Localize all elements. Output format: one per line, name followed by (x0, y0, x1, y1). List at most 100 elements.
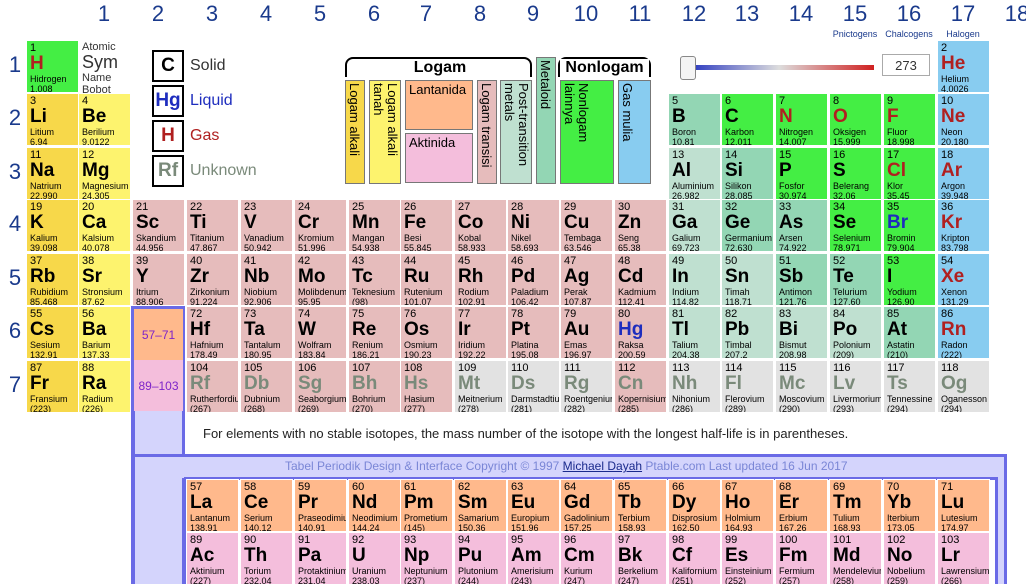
element-cell-te[interactable]: 52 Te Telurium 127,60 (829, 253, 882, 306)
element-cell-sr[interactable]: 38 Sr Stronsium 87,62 (78, 253, 131, 306)
author-link[interactable]: Michael Dayah (563, 459, 642, 473)
element-cell-ts[interactable]: 117 Ts Tennessine (294) (883, 360, 936, 413)
element-cell-as[interactable]: 33 As Arsen 74,922 (775, 199, 828, 252)
element-cell-at[interactable]: 85 At Astatin (210) (883, 306, 936, 359)
element-cell-sg[interactable]: 106 Sg Seaborgium (269) (294, 360, 347, 413)
category-actinide[interactable]: Aktinida (405, 133, 473, 183)
element-cell-cn[interactable]: 112 Cn Kopernisium (285) (614, 360, 667, 413)
element-cell-ra[interactable]: 88 Ra Radium (226) (78, 360, 131, 413)
element-cell-ta[interactable]: 73 Ta Tantalum 180,95 (240, 306, 293, 359)
element-cell-tc[interactable]: 43 Tc Teknesium (98) (348, 253, 401, 306)
element-cell-si[interactable]: 14 Si Silikon 28,085 (721, 147, 774, 200)
group-number-18[interactable]: 18 (990, 0, 1026, 40)
element-cell-ga[interactable]: 31 Ga Galium 69,723 (668, 199, 721, 252)
element-cell-er[interactable]: 68 Er Erbium 167,26 (775, 479, 828, 532)
element-cell-am[interactable]: 95 Am Amerisium (243) (507, 532, 560, 584)
element-cell-y[interactable]: 39 Y Itrium 88,906 (132, 253, 185, 306)
group-number-3[interactable]: 3 (185, 0, 239, 40)
element-cell-mn[interactable]: 25 Mn Mangan 54,938 (348, 199, 401, 252)
period-number-2[interactable]: 2 (4, 105, 26, 131)
element-cell-no[interactable]: 102 No Nobelium (259) (883, 532, 936, 584)
element-cell-ds[interactable]: 110DsDarmstadtium(281) (507, 360, 560, 413)
period-number-3[interactable]: 3 (4, 159, 26, 185)
temperature-input[interactable] (882, 54, 930, 76)
state-liquid-label[interactable]: Liquid (190, 92, 233, 110)
element-cell-sc[interactable]: 21 Sc Skandium 44,956 (132, 199, 185, 252)
element-cell-xe[interactable]: 54 Xe Xenon 131,29 (937, 253, 990, 306)
element-cell-mt[interactable]: 109 Mt Meitnerium (278) (454, 360, 507, 413)
element-cell-hf[interactable]: 72 Hf Hafnium 178,49 (186, 306, 239, 359)
element-cell-lu[interactable]: 71 Lu Lutesium 174,97 (937, 479, 990, 532)
group-number-17[interactable]: 17 Halogen (936, 0, 990, 40)
element-cell-zn[interactable]: 30 Zn Seng 65,38 (614, 199, 667, 252)
element-cell-ar[interactable]: 18 Ar Argon 39,948 (937, 147, 990, 200)
element-cell-rg[interactable]: 111 Rg Roentgenium (282) (560, 360, 613, 413)
element-cell-mc[interactable]: 115 Mc Moscovium (290) (775, 360, 828, 413)
period-number-7[interactable]: 7 (4, 372, 26, 398)
element-cell-sm[interactable]: 62 Sm Samarium 150,36 (454, 479, 507, 532)
element-cell-pd[interactable]: 46 Pd Paladium 106,42 (507, 253, 560, 306)
element-cell-pm[interactable]: 61 Pm Prometium (145) (400, 479, 453, 532)
element-cell-pt[interactable]: 78 Pt Platina 195,08 (507, 306, 560, 359)
element-cell-mg[interactable]: 12 Mg Magnesium 24,305 (78, 147, 131, 200)
element-cell-ti[interactable]: 22 Ti Titanium 47,867 (186, 199, 239, 252)
period-number-4[interactable]: 4 (4, 211, 26, 237)
state-liquid-box[interactable]: Hg (152, 85, 184, 117)
element-cell-ge[interactable]: 32 Ge Germanium 72,630 (721, 199, 774, 252)
element-cell-cl[interactable]: 17 Cl Klor 35,45 (883, 147, 936, 200)
element-cell-ru[interactable]: 44 Ru Rutenium 101,07 (400, 253, 453, 306)
element-cell-tb[interactable]: 65 Tb Terbium 158,93 (614, 479, 667, 532)
group-number-7[interactable]: 7 (399, 0, 453, 40)
element-cell-dy[interactable]: 66 Dy Disprosium 162,50 (668, 479, 721, 532)
element-cell-ni[interactable]: 28 Ni Nikel 58,693 (507, 199, 560, 252)
element-cell-pa[interactable]: 91 Pa Protaktinium 231,04 (294, 532, 347, 584)
element-cell-og[interactable]: 118 Og Oganesson (294) (937, 360, 990, 413)
state-unknown-label[interactable]: Unknown (190, 162, 257, 180)
element-cell-n[interactable]: 7 N Nitrogen 14,007 (775, 93, 828, 146)
element-cell-ce[interactable]: 58 Ce Serium 140,12 (240, 479, 293, 532)
element-cell-ac[interactable]: 89 Ac Aktinium (227) (186, 532, 239, 584)
state-unknown-box[interactable]: Rf (152, 155, 184, 187)
element-cell-cr[interactable]: 24 Cr Kromium 51,996 (294, 199, 347, 252)
element-cell-na[interactable]: 11 Na Natrium 22,990 (26, 147, 79, 200)
group-number-1[interactable]: 1 (77, 0, 131, 40)
element-cell-al[interactable]: 13 Al Aluminium 26,982 (668, 147, 721, 200)
element-cell-bh[interactable]: 107 Bh Bohrium (270) (348, 360, 401, 413)
element-cell-in[interactable]: 49 In Indium 114,82 (668, 253, 721, 306)
element-cell-se[interactable]: 34 Se Selenium 78,971 (829, 199, 882, 252)
element-cell-rn[interactable]: 86 Rn Radon (222) (937, 306, 990, 359)
element-cell-bk[interactable]: 97 Bk Berkelium (247) (614, 532, 667, 584)
group-number-13[interactable]: 13 (720, 0, 774, 40)
element-cell-db[interactable]: 105 Db Dubnium (268) (240, 360, 293, 413)
element-cell-po[interactable]: 84 Po Polonium (209) (829, 306, 882, 359)
category-lanthanide[interactable]: Lantanida (405, 80, 473, 130)
element-cell-cm[interactable]: 96 Cm Kurium (247) (560, 532, 613, 584)
element-cell-s[interactable]: 16 S Belerang 32,06 (829, 147, 882, 200)
category-metalloid[interactable]: Metaloid (536, 57, 556, 184)
state-gas-label[interactable]: Gas (190, 127, 219, 145)
group-number-6[interactable]: 6 (347, 0, 401, 40)
element-cell-hg[interactable]: 80 Hg Raksa 200,59 (614, 306, 667, 359)
element-cell-nh[interactable]: 113 Nh Nihonium (286) (668, 360, 721, 413)
lanthanide-placeholder[interactable]: 57–71 (134, 309, 183, 360)
category-transition-metal[interactable]: Logam transisi (477, 80, 497, 184)
element-cell-c[interactable]: 6 C Karbon 12,011 (721, 93, 774, 146)
element-cell-gd[interactable]: 64 Gd Gadolinium 157,25 (560, 479, 613, 532)
element-cell-ba[interactable]: 56 Ba Barium 137,33 (78, 306, 131, 359)
group-number-8[interactable]: 8 (453, 0, 507, 40)
group-number-12[interactable]: 12 (667, 0, 721, 40)
element-cell-cs[interactable]: 55 Cs Sesium 132,91 (26, 306, 79, 359)
element-cell-o[interactable]: 8 O Oksigen 15,999 (829, 93, 882, 146)
element-cell-kr[interactable]: 36 Kr Kripton 83,798 (937, 199, 990, 252)
element-cell-co[interactable]: 27 Co Kobal 58,933 (454, 199, 507, 252)
element-cell-fl[interactable]: 114 Fl Flerovium (289) (721, 360, 774, 413)
group-number-4[interactable]: 4 (239, 0, 293, 40)
element-cell-br[interactable]: 35 Br Bromin 79,904 (883, 199, 936, 252)
element-cell-zr[interactable]: 40 Zr Zirkonium 91,224 (186, 253, 239, 306)
element-cell-ir[interactable]: 77 Ir Iridium 192,22 (454, 306, 507, 359)
element-cell-re[interactable]: 75 Re Renium 186,21 (348, 306, 401, 359)
element-cell-rf[interactable]: 104RfRutherfordium(267) (186, 360, 239, 413)
element-cell-v[interactable]: 23 V Vanadium 50,942 (240, 199, 293, 252)
element-cell-w[interactable]: 74 W Wolfram 183,84 (294, 306, 347, 359)
group-number-15[interactable]: 15 Pnictogens (828, 0, 882, 40)
